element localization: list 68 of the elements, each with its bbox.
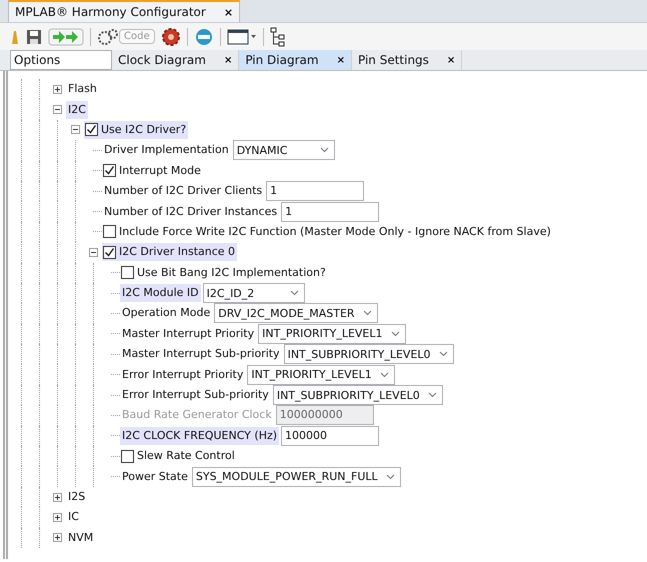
close-icon[interactable]: × bbox=[224, 54, 232, 66]
option-label: I2C CLOCK FREQUENCY (Hz) bbox=[120, 426, 280, 445]
hierarchy-icon[interactable] bbox=[270, 26, 286, 46]
chevron-icon bbox=[428, 392, 437, 398]
option-label: Driver Implementation bbox=[103, 142, 230, 158]
close-icon[interactable]: × bbox=[224, 6, 234, 18]
option-label: Error Interrupt Sub-priority bbox=[121, 387, 270, 404]
chevron-icon bbox=[390, 330, 400, 337]
dropdown[interactable]: INT_PRIORITY_LEVEL1 bbox=[247, 364, 395, 385]
chevron-icon bbox=[320, 147, 329, 154]
editor-tab[interactable]: Pin Settings × bbox=[352, 50, 462, 70]
close-icon[interactable]: × bbox=[446, 54, 456, 66]
tree-item[interactable]: IC bbox=[66, 508, 81, 526]
checkbox[interactable] bbox=[103, 164, 116, 178]
checkbox[interactable] bbox=[103, 225, 116, 238]
checkbox[interactable] bbox=[121, 450, 134, 463]
editor-tab[interactable]: Pin Diagram × bbox=[239, 50, 352, 70]
chevron-icon bbox=[362, 310, 372, 316]
checkbox[interactable] bbox=[103, 246, 116, 259]
expander-icon[interactable] bbox=[52, 492, 62, 502]
checkbox-label: Interrupt Mode bbox=[119, 162, 201, 179]
window-tab[interactable]: MPLAB® Harmony Configurator × bbox=[8, 0, 240, 22]
dropdown[interactable]: INT_PRIORITY_LEVEL1 bbox=[258, 324, 406, 344]
chevron-icon bbox=[290, 290, 299, 296]
window-layout-icon[interactable] bbox=[226, 28, 257, 46]
checkbox-label: Slew Rate Control bbox=[137, 448, 235, 464]
dropdown[interactable]: INT_SUBPRIORITY_LEVEL0 bbox=[272, 385, 443, 406]
expander-icon[interactable] bbox=[52, 512, 62, 522]
save-icon[interactable] bbox=[26, 28, 42, 44]
checkbox-label: Include Force Write I2C Function (Master Mode Only - Ignore NACK from Slave) bbox=[119, 224, 551, 240]
option-label: Power State bbox=[121, 468, 189, 485]
dropdown[interactable]: I2C_ID_2 bbox=[202, 283, 305, 304]
input-field[interactable]: 100000 bbox=[281, 426, 380, 446]
checkbox-label: Use Bit Bang I2C Implementation? bbox=[137, 264, 326, 281]
close-icon[interactable]: × bbox=[336, 54, 345, 66]
chevron-icon bbox=[438, 351, 448, 358]
option-label: Operation Mode bbox=[121, 305, 212, 322]
checkbox[interactable] bbox=[121, 266, 134, 280]
expander-icon[interactable] bbox=[70, 125, 80, 134]
checkbox-label: I2C Driver Instance 0 bbox=[119, 244, 236, 260]
dropdown[interactable]: INT_SUBPRIORITY_LEVEL0 bbox=[284, 344, 454, 364]
option-label: Master Interrupt Priority bbox=[121, 326, 256, 342]
expander-icon[interactable] bbox=[52, 533, 62, 542]
expander-icon[interactable] bbox=[52, 84, 62, 94]
expander-icon[interactable] bbox=[88, 248, 98, 257]
chevron-icon bbox=[386, 474, 395, 480]
option-label: Master Interrupt Sub-priority bbox=[121, 346, 281, 362]
option-label: Number of I2C Driver Clients bbox=[103, 183, 264, 200]
checkbox-label: Use I2C Driver? bbox=[101, 122, 186, 138]
dropdown[interactable]: SYS_MODULE_POWER_RUN_FULL bbox=[192, 466, 401, 487]
tree-item[interactable]: NVM bbox=[66, 528, 96, 547]
gear-icon[interactable] bbox=[160, 26, 181, 46]
expander-icon[interactable] bbox=[52, 105, 62, 114]
dropdown[interactable]: DYNAMIC bbox=[232, 140, 335, 160]
input-field[interactable]: 1 bbox=[266, 181, 364, 202]
option-label: I2C Module ID bbox=[120, 284, 201, 302]
tree-item[interactable]: I2S bbox=[66, 488, 88, 506]
chevron-icon bbox=[380, 372, 389, 378]
dropdown[interactable]: DRV_I2C_MODE_MASTER bbox=[214, 303, 378, 324]
editor-tab[interactable]: Options bbox=[10, 50, 112, 70]
option-label: Error Interrupt Priority bbox=[121, 366, 244, 383]
tree-item[interactable]: Flash bbox=[66, 80, 99, 98]
checkbox[interactable] bbox=[85, 123, 98, 136]
input-field[interactable]: 1 bbox=[281, 202, 380, 222]
gears-icon[interactable] bbox=[97, 28, 121, 46]
tree-item[interactable]: I2C bbox=[66, 100, 88, 119]
option-label: Baud Rate Generator Clock bbox=[121, 407, 273, 424]
option-label: Number of I2C Driver Instances bbox=[103, 204, 278, 220]
